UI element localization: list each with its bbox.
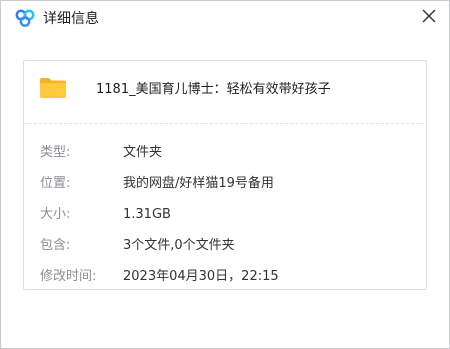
dialog-title: 详细信息 [43, 11, 99, 27]
baidu-netdisk-logo-icon [15, 9, 35, 27]
type-label: 类型: [40, 145, 71, 160]
modified-row: 修改时间: 2023年04月30日，22:15 [24, 267, 426, 287]
title-bar: 详细信息 [1, 1, 449, 37]
folder-icon [39, 77, 67, 99]
close-button[interactable] [417, 4, 441, 28]
location-label: 位置: [40, 176, 71, 191]
size-row: 大小: 1.31GB [24, 205, 426, 225]
details-dialog: 详细信息 1181_美国育儿博士：轻松有效带好孩子 类型: 文件夹 位置: 我的… [0, 0, 450, 349]
location-row: 位置: 我的网盘/好样猫19号备用 [24, 174, 426, 194]
divider [24, 123, 424, 124]
type-value: 文件夹 [123, 145, 163, 160]
details-panel: 1181_美国育儿博士：轻松有效带好孩子 类型: 文件夹 位置: 我的网盘/好样… [23, 60, 427, 290]
file-name: 1181_美国育儿博士：轻松有效带好孩子 [96, 82, 331, 97]
modified-value: 2023年04月30日，22:15 [123, 269, 279, 284]
contains-row: 包含: 3个文件,0个文件夹 [24, 236, 426, 256]
size-label: 大小: [40, 207, 71, 222]
type-row: 类型: 文件夹 [24, 143, 426, 163]
modified-label: 修改时间: [40, 269, 97, 284]
close-icon [422, 9, 436, 23]
contains-value: 3个文件,0个文件夹 [123, 238, 235, 253]
location-value: 我的网盘/好样猫19号备用 [123, 176, 274, 191]
contains-label: 包含: [40, 238, 71, 253]
size-value: 1.31GB [123, 207, 171, 222]
